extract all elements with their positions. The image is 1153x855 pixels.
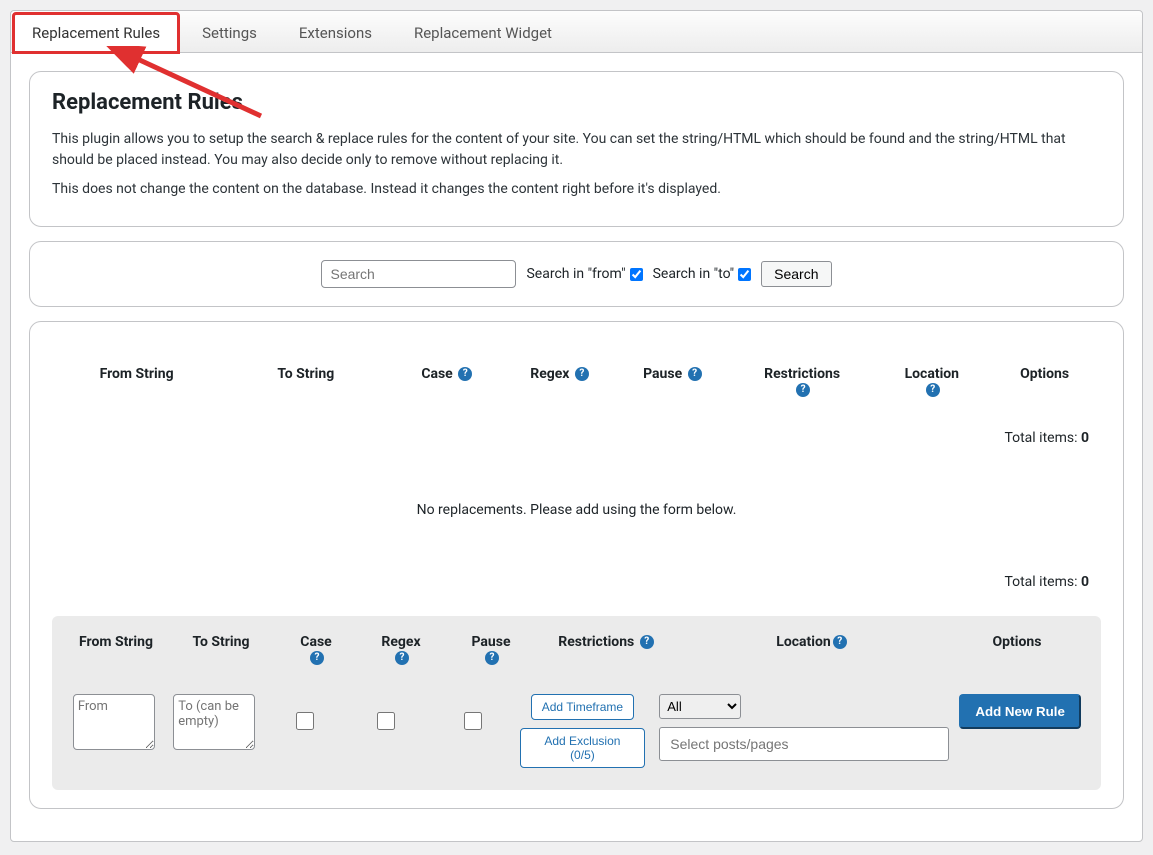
search-to-label[interactable]: Search in "to" (653, 266, 752, 282)
main-panel: Replacement Rules Settings Extensions Re… (10, 10, 1143, 842)
form-header-regex: Regex? (356, 634, 446, 666)
tab-extensions[interactable]: Extensions (280, 13, 391, 52)
location-select[interactable]: All (659, 694, 741, 719)
add-exclusion-button[interactable]: Add Exclusion (0/5) (520, 728, 646, 768)
table-header-row: From String To String Case ? Regex ? Pau… (52, 356, 1101, 424)
intro-paragraph-2: This does not change the content on the … (52, 179, 1101, 200)
help-icon[interactable]: ? (926, 383, 940, 397)
from-string-input[interactable] (73, 694, 155, 750)
rules-card: From String To String Case ? Regex ? Pau… (29, 321, 1124, 809)
tab-replacement-widget[interactable]: Replacement Widget (395, 13, 571, 52)
search-from-checkbox[interactable] (630, 268, 643, 281)
header-pause: Pause ? (616, 366, 729, 398)
header-location: Location? (875, 366, 988, 398)
form-header-to: To String (166, 634, 276, 666)
location-posts-input[interactable] (659, 727, 949, 761)
add-rule-form: From String To String Case? Regex? Pause… (52, 616, 1101, 790)
tab-replacement-rules[interactable]: Replacement Rules (13, 13, 179, 53)
page-title: Replacement Rules (52, 90, 1101, 115)
help-icon[interactable]: ? (458, 367, 472, 381)
help-icon[interactable]: ? (575, 367, 589, 381)
search-card: Search in "from" Search in "to" Search (29, 241, 1124, 307)
help-icon[interactable]: ? (833, 635, 847, 649)
search-to-checkbox[interactable] (738, 268, 751, 281)
tab-bar: Replacement Rules Settings Extensions Re… (11, 11, 1142, 53)
intro-card: Replacement Rules This plugin allows you… (29, 71, 1124, 227)
empty-message: No replacements. Please add using the fo… (52, 452, 1101, 568)
help-icon[interactable]: ? (485, 651, 499, 665)
header-restrictions: Restrictions? (729, 366, 876, 398)
help-icon[interactable]: ? (796, 383, 810, 397)
form-header-pause: Pause? (446, 634, 536, 666)
form-header-location: Location? (676, 634, 947, 666)
pause-checkbox[interactable] (464, 712, 482, 730)
content-area: Replacement Rules This plugin allows you… (11, 53, 1142, 841)
intro-paragraph-1: This plugin allows you to setup the sear… (52, 129, 1101, 171)
total-items-bottom: Total items: 0 (52, 568, 1101, 596)
search-input[interactable] (321, 260, 516, 288)
help-icon[interactable]: ? (310, 651, 324, 665)
search-button[interactable]: Search (761, 261, 831, 287)
add-new-rule-button[interactable]: Add New Rule (959, 694, 1081, 729)
header-from: From String (52, 366, 221, 398)
case-checkbox[interactable] (296, 712, 314, 730)
help-icon[interactable]: ? (688, 367, 702, 381)
form-header-options: Options (947, 634, 1087, 666)
search-from-label[interactable]: Search in "from" (526, 266, 642, 282)
header-case: Case ? (390, 366, 503, 398)
form-header-from: From String (66, 634, 166, 666)
header-options: Options (988, 366, 1101, 398)
tab-settings[interactable]: Settings (183, 13, 276, 52)
form-header-case: Case? (276, 634, 356, 666)
total-items-top: Total items: 0 (52, 424, 1101, 452)
help-icon[interactable]: ? (640, 635, 654, 649)
header-regex: Regex ? (503, 366, 616, 398)
to-string-input[interactable] (173, 694, 255, 750)
help-icon[interactable]: ? (395, 651, 409, 665)
form-header-restrictions: Restrictions ? (536, 634, 676, 666)
add-timeframe-button[interactable]: Add Timeframe (531, 694, 634, 720)
regex-checkbox[interactable] (377, 712, 395, 730)
header-to: To String (221, 366, 390, 398)
